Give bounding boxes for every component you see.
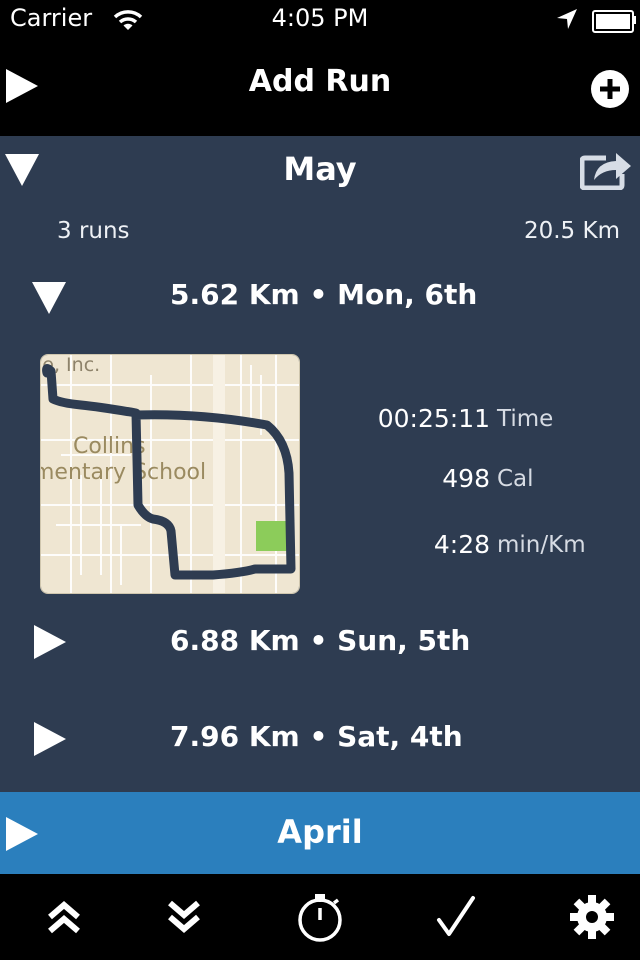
month-section-may: May 3 runs 20.5 Km 5.62 Km • Mon, 6th le… xyxy=(0,136,640,792)
tab-done[interactable] xyxy=(392,874,520,960)
share-icon[interactable] xyxy=(580,146,632,190)
location-arrow-icon xyxy=(557,9,577,29)
battery-icon xyxy=(592,10,634,33)
time-unit: Time xyxy=(497,406,554,432)
tab-expand-all[interactable] xyxy=(120,874,248,960)
run-title: 5.62 Km • Mon, 6th xyxy=(170,278,478,311)
tab-bar xyxy=(0,874,640,960)
run-row[interactable]: 5.62 Km • Mon, 6th xyxy=(0,266,640,326)
tab-collapse-all[interactable] xyxy=(0,874,128,960)
tab-settings[interactable] xyxy=(528,874,640,960)
expand-triangle-icon[interactable] xyxy=(34,625,66,659)
time-value: 00:25:11 xyxy=(377,404,490,433)
month-section-april[interactable]: April xyxy=(0,792,640,874)
run-count: 3 runs xyxy=(57,218,130,244)
run-title: 7.96 Km • Sat, 4th xyxy=(170,720,463,753)
stopwatch-icon[interactable] xyxy=(294,891,346,943)
cal-unit: Cal xyxy=(497,466,534,492)
run-title: 6.88 Km • Sun, 5th xyxy=(170,624,471,657)
route-map-image: le, Inc. Collins mentary School xyxy=(41,355,299,593)
add-run-title: Add Run xyxy=(248,64,392,99)
run-row[interactable]: 7.96 Km • Sat, 4th xyxy=(0,708,640,768)
clock: 4:05 PM xyxy=(271,4,369,32)
add-icon[interactable] xyxy=(590,69,630,109)
gear-icon[interactable] xyxy=(568,893,616,941)
pace-unit: min/Km xyxy=(497,532,586,558)
cal-value: 498 xyxy=(442,464,490,493)
map-label: mentary School xyxy=(41,460,206,485)
add-run-bar[interactable]: Add Run xyxy=(0,40,640,136)
route-map[interactable]: le, Inc. Collins mentary School xyxy=(40,354,300,594)
double-chevron-down-icon[interactable] xyxy=(164,897,204,937)
pace-value: 4:28 xyxy=(433,530,490,559)
run-row[interactable]: 6.88 Km • Sun, 5th xyxy=(0,612,640,672)
collapse-triangle-icon[interactable] xyxy=(32,282,66,314)
expand-triangle-icon[interactable] xyxy=(34,722,66,756)
checkmark-icon[interactable] xyxy=(433,894,479,940)
month-title[interactable]: May xyxy=(0,150,640,188)
double-chevron-up-icon[interactable] xyxy=(44,897,84,937)
total-distance: 20.5 Km xyxy=(523,218,620,244)
status-bar: Carrier 4:05 PM xyxy=(0,0,640,40)
tab-timer[interactable] xyxy=(256,874,384,960)
battery-tip xyxy=(633,16,636,24)
month-title: April xyxy=(277,813,363,851)
